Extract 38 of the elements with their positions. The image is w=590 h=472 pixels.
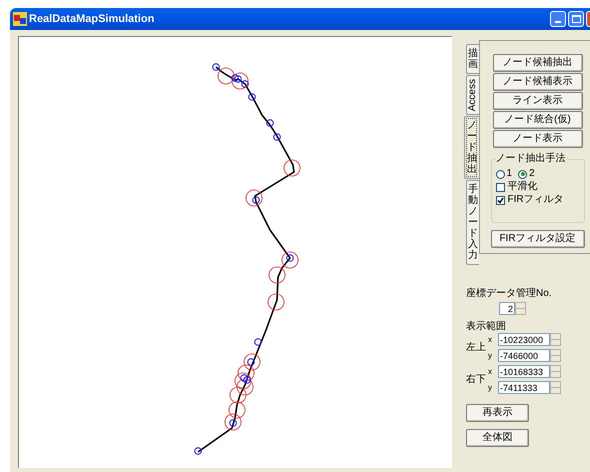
- group-title: ノード抽出手法: [494, 154, 566, 164]
- number-field[interactable]: -10168333: [498, 365, 550, 378]
- section-label: 表示範囲: [466, 322, 507, 332]
- checkbox[interactable]: [496, 182, 504, 192]
- tab[interactable]: 手動ノード入力: [466, 180, 479, 266]
- push-button[interactable]: 全体図: [466, 429, 529, 448]
- number-field[interactable]: -7411333: [498, 381, 550, 394]
- axis-label: x: [488, 368, 493, 376]
- checkbox[interactable]: [496, 196, 504, 204]
- field-label: 座標データ管理No.: [466, 289, 553, 300]
- axis-label: x: [488, 336, 493, 344]
- corner-label: 左上: [466, 342, 487, 353]
- push-button[interactable]: ライン表示: [492, 92, 582, 110]
- checkbox-label: 平滑化: [508, 182, 538, 192]
- push-button[interactable]: ノード候補抽出: [492, 54, 582, 72]
- radio-button[interactable]: [518, 170, 528, 178]
- axis-label: y: [488, 352, 493, 360]
- number-field[interactable]: 2: [499, 302, 515, 316]
- radio-label: 1: [506, 169, 512, 179]
- radio-label: 2: [529, 169, 535, 179]
- push-button[interactable]: ノード統合(仮): [492, 111, 582, 129]
- corner-label: 右下: [466, 374, 487, 385]
- maximize-button[interactable]: [568, 11, 584, 27]
- push-button[interactable]: 再表示: [466, 404, 529, 422]
- axis-label: y: [488, 384, 493, 392]
- tab[interactable]: ノード抽出: [464, 116, 479, 180]
- tab[interactable]: Access: [466, 75, 479, 116]
- push-button[interactable]: FIRフィルタ設定: [490, 230, 584, 248]
- tab[interactable]: 描画: [466, 44, 479, 74]
- push-button[interactable]: ノード表示: [492, 130, 582, 148]
- checkbox-label: FIRフィルタ: [508, 195, 564, 205]
- app-icon: [13, 12, 27, 26]
- window-title: RealDataMapSimulation: [29, 12, 156, 27]
- push-button[interactable]: ノード候補表示: [492, 73, 582, 91]
- number-field[interactable]: -7466000: [498, 349, 550, 362]
- radio-button[interactable]: [496, 170, 504, 178]
- minimize-button[interactable]: [550, 11, 566, 27]
- number-field[interactable]: -10223000: [498, 333, 550, 346]
